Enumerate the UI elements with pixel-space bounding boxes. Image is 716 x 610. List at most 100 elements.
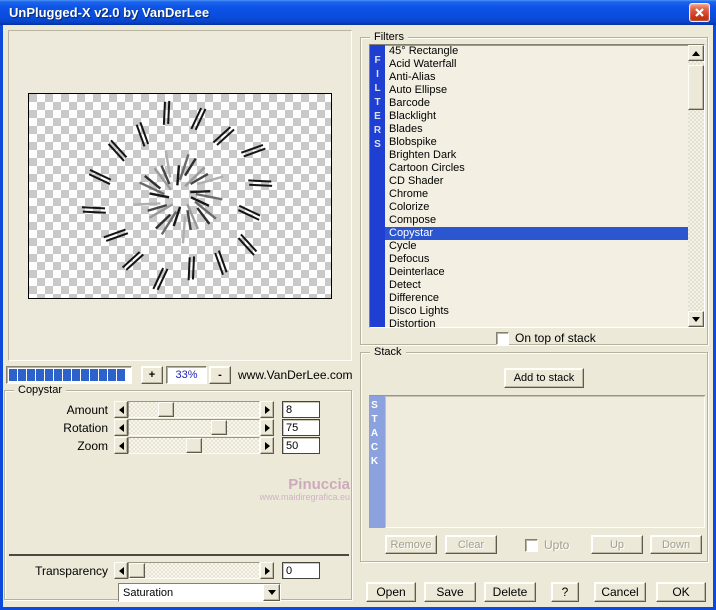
remove-button[interactable]: Remove	[385, 535, 437, 554]
preview-panel	[8, 30, 352, 361]
filter-list-item[interactable]: Cartoon Circles	[385, 162, 688, 175]
right-arrow-icon	[264, 441, 270, 450]
stack-group-label: Stack	[370, 346, 406, 359]
progress-bar	[6, 366, 132, 384]
scrollbar-down-button[interactable]	[688, 311, 704, 327]
zoom-level-display: 33%	[166, 366, 207, 384]
close-button[interactable]	[689, 3, 710, 22]
divider-line	[9, 554, 349, 556]
upto-checkbox[interactable]	[525, 538, 538, 552]
up-arrow-icon	[692, 50, 700, 56]
filter-list-item[interactable]: Acid Waterfall	[385, 58, 688, 71]
zoom-label: Zoom	[77, 438, 108, 453]
add-to-stack-button[interactable]: Add to stack	[504, 368, 584, 388]
transparency-value-input[interactable]: 0	[282, 562, 320, 579]
filter-list-item[interactable]: Distortion	[385, 318, 688, 327]
filter-list-item[interactable]: Blobspike	[385, 136, 688, 149]
on-top-of-stack-checkbox[interactable]	[496, 331, 509, 345]
amount-decrement-button[interactable]	[114, 401, 128, 418]
left-arrow-icon	[118, 441, 124, 450]
filter-list-item[interactable]: CD Shader	[385, 175, 688, 188]
watermark-name: Pinuccia	[288, 476, 350, 493]
unplugged-x-dialog: UnPlugged-X v2.0 by VanDerLee + 33% - ww…	[0, 0, 716, 610]
left-arrow-icon	[118, 423, 124, 432]
progress-fill	[9, 369, 126, 381]
rotation-slider-thumb[interactable]	[211, 420, 228, 435]
filter-list-item[interactable]: Barcode	[385, 97, 688, 110]
scrollbar-up-button[interactable]	[688, 45, 704, 61]
zoom-in-button[interactable]: +	[141, 366, 163, 384]
ok-button[interactable]: OK	[656, 582, 706, 602]
filter-list-item[interactable]: Disco Lights	[385, 305, 688, 318]
amount-value-input[interactable]: 8	[282, 401, 320, 418]
amount-label: Amount	[66, 402, 108, 417]
save-button[interactable]: Save	[424, 582, 476, 602]
rotation-increment-button[interactable]	[260, 419, 274, 436]
amount-slider-row: Amount 8	[21, 401, 320, 418]
filter-list-item[interactable]: Cycle	[385, 240, 688, 253]
filter-list-item[interactable]: 45° Rectangle	[385, 45, 688, 58]
right-arrow-icon	[264, 566, 270, 575]
down-button[interactable]: Down	[650, 535, 702, 554]
rotation-slider-row: Rotation 75	[21, 419, 320, 436]
filter-list-item[interactable]: Copystar	[385, 227, 688, 240]
help-button[interactable]: ?	[551, 582, 579, 602]
filter-list-item[interactable]: Blades	[385, 123, 688, 136]
preview-image[interactable]	[28, 93, 332, 299]
watermark-url: www.maidiregrafica.eu	[259, 492, 350, 502]
up-button[interactable]: Up	[591, 535, 643, 554]
filter-list-item[interactable]: Difference	[385, 292, 688, 305]
left-arrow-icon	[118, 566, 124, 575]
zoom-increment-button[interactable]	[260, 437, 274, 454]
filter-list-item[interactable]: Compose	[385, 214, 688, 227]
transparency-slider-track[interactable]	[128, 562, 260, 579]
zoom-value-input[interactable]: 50	[282, 437, 320, 454]
transparency-increment-button[interactable]	[260, 562, 274, 579]
amount-slider-track[interactable]	[128, 401, 260, 418]
filters-group: Filters FILTERS 45° Rectangle Acid Waterf…	[360, 31, 708, 345]
rotation-label: Rotation	[63, 420, 108, 435]
on-top-of-stack-label: On top of stack	[515, 331, 596, 345]
transparency-decrement-button[interactable]	[114, 562, 128, 579]
rotation-value-input[interactable]: 75	[282, 419, 320, 436]
filter-list-item[interactable]: Deinterlace	[385, 266, 688, 279]
copystar-params-group: Copystar Amount 8 Rotation 75 Zoom 50 Pi…	[4, 384, 352, 602]
scrollbar-thumb[interactable]	[688, 65, 704, 110]
preview-starburst	[81, 100, 273, 291]
cancel-button[interactable]: Cancel	[594, 582, 646, 602]
zoom-out-button[interactable]: -	[209, 366, 231, 384]
vendor-website-label: www.VanDerLee.com	[238, 368, 353, 382]
right-arrow-icon	[264, 405, 270, 414]
rotation-decrement-button[interactable]	[114, 419, 128, 436]
watermark: Pinuccia www.maidiregrafica.eu	[259, 476, 350, 503]
filter-list-item[interactable]: Auto Ellipse	[385, 84, 688, 97]
filter-list-item[interactable]: Colorize	[385, 201, 688, 214]
filter-list-scrollbar[interactable]	[688, 45, 704, 327]
filter-list-item[interactable]: Anti-Alias	[385, 71, 688, 84]
filter-list-item[interactable]: Defocus	[385, 253, 688, 266]
zoom-slider-track[interactable]	[128, 437, 260, 454]
filter-list-item[interactable]: Blacklight	[385, 110, 688, 123]
zoom-slider-thumb[interactable]	[186, 438, 202, 453]
stack-listbox: STACK	[369, 395, 705, 528]
rotation-slider-track[interactable]	[128, 419, 260, 436]
filter-list-item[interactable]: Chrome	[385, 188, 688, 201]
left-arrow-icon	[118, 405, 124, 414]
zoom-slider-row: Zoom 50	[21, 437, 320, 454]
stack-controls: Remove Clear Upto Up Down	[361, 535, 707, 555]
filter-list-items: 45° Rectangle Acid Waterfall Anti-Alias Aut…	[385, 45, 688, 327]
stack-list-items[interactable]	[385, 396, 705, 528]
filters-group-label: Filters	[370, 31, 408, 44]
open-button[interactable]: Open	[366, 582, 416, 602]
filter-list-item[interactable]: Detect	[385, 279, 688, 292]
titlebar[interactable]: UnPlugged-X v2.0 by VanDerLee	[0, 0, 716, 25]
footer-button-row: Open Save Delete ? Cancel OK	[0, 582, 716, 602]
clear-button[interactable]: Clear	[445, 535, 497, 554]
down-arrow-icon	[692, 316, 700, 322]
amount-slider-thumb[interactable]	[157, 402, 174, 417]
transparency-slider-thumb[interactable]	[129, 563, 145, 578]
delete-button[interactable]: Delete	[484, 582, 536, 602]
filter-list-item[interactable]: Brighten Dark	[385, 149, 688, 162]
amount-increment-button[interactable]	[260, 401, 274, 418]
zoom-decrement-button[interactable]	[114, 437, 128, 454]
